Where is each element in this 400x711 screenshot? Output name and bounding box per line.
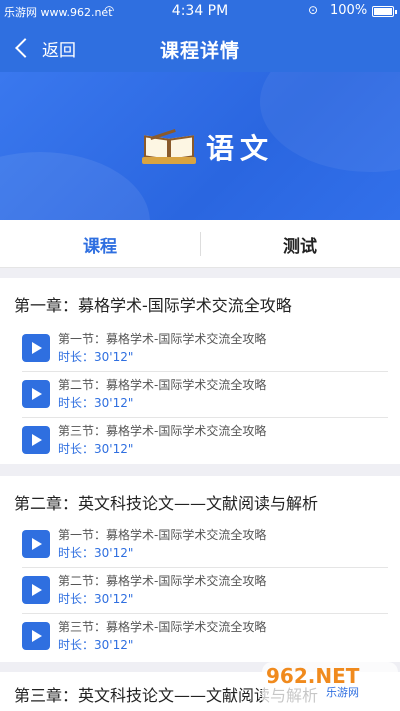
lesson-item[interactable]: 第一节：募格学术-国际学术交流全攻略 时长：30'12" [14,522,388,568]
lesson-duration: 时长：30'12" [58,592,134,606]
video-play-icon [22,426,50,454]
lesson-item[interactable]: 第二节：募格学术-国际学术交流全攻略 时长：30'12" [14,372,388,418]
video-play-icon [22,334,50,362]
app-header: 乐游网 www.962.net ◠ 4:34 PM ⊙ 100% 返回 课程详情 [0,0,400,72]
video-play-icon [22,622,50,650]
video-play-icon [22,380,50,408]
battery-percent: 100% [330,3,368,18]
lesson-item[interactable]: 第一节：募格学术-国际学术交流全攻略 时长：30'12" [14,326,388,372]
tab-bar: 课程 测试 [0,220,400,268]
lesson-name: 第一节：募格学术-国际学术交流全攻略 [58,528,267,542]
chapter-section: 第一章：募格学术-国际学术交流全攻略 第一节：募格学术-国际学术交流全攻略 时长… [0,278,400,464]
lesson-duration: 时长：30'12" [58,638,134,652]
tab-tests[interactable]: 测试 [200,220,400,268]
banner-decoration [0,152,150,220]
open-book-icon [140,127,198,167]
lesson-duration: 时长：30'12" [58,396,134,410]
chapter-section: 第二章：英文科技论文——文献阅读与解析 第一节：募格学术-国际学术交流全攻略 时… [0,476,400,662]
video-play-icon [22,530,50,558]
subject-name: 语文 [206,132,275,165]
lesson-name: 第二节：募格学术-国际学术交流全攻略 [58,378,267,392]
status-bar: 乐游网 www.962.net ◠ 4:34 PM ⊙ 100% [0,0,400,24]
site-watermark: 962.NET 乐游网 [262,662,398,708]
banner-decoration [260,72,400,172]
lesson-duration: 时长：30'12" [58,350,134,364]
lesson-duration: 时长：30'12" [58,442,134,456]
lesson-name: 第三节：募格学术-国际学术交流全攻略 [58,424,267,438]
chapter-title: 第一章：募格学术-国际学术交流全攻略 [14,296,292,315]
lesson-duration: 时长：30'12" [58,546,134,560]
subject-banner: 语文 [0,72,400,220]
lesson-item[interactable]: 第二节：募格学术-国际学术交流全攻略 时长：30'12" [14,568,388,614]
lesson-name: 第一节：募格学术-国际学术交流全攻略 [58,332,267,346]
lesson-item[interactable]: 第三节：募格学术-国际学术交流全攻略 时长：30'12" [14,614,388,660]
lesson-name: 第三节：募格学术-国际学术交流全攻略 [58,620,267,634]
rotation-lock-icon: ⊙ [308,3,319,17]
watermark-subtext: 乐游网 [326,686,359,699]
video-play-icon [22,576,50,604]
chapter-title: 第二章：英文科技论文——文献阅读与解析 [14,494,319,513]
page-title: 课程详情 [159,40,240,62]
subject-heading: 语文 [140,124,274,170]
lesson-name: 第二节：募格学术-国际学术交流全攻略 [58,574,267,588]
nav-bar: 返回 课程详情 [0,24,400,72]
lesson-item[interactable]: 第三节：募格学术-国际学术交流全攻略 时长：30'12" [14,418,388,464]
tab-courses[interactable]: 课程 [0,220,200,268]
battery-icon [372,6,397,17]
